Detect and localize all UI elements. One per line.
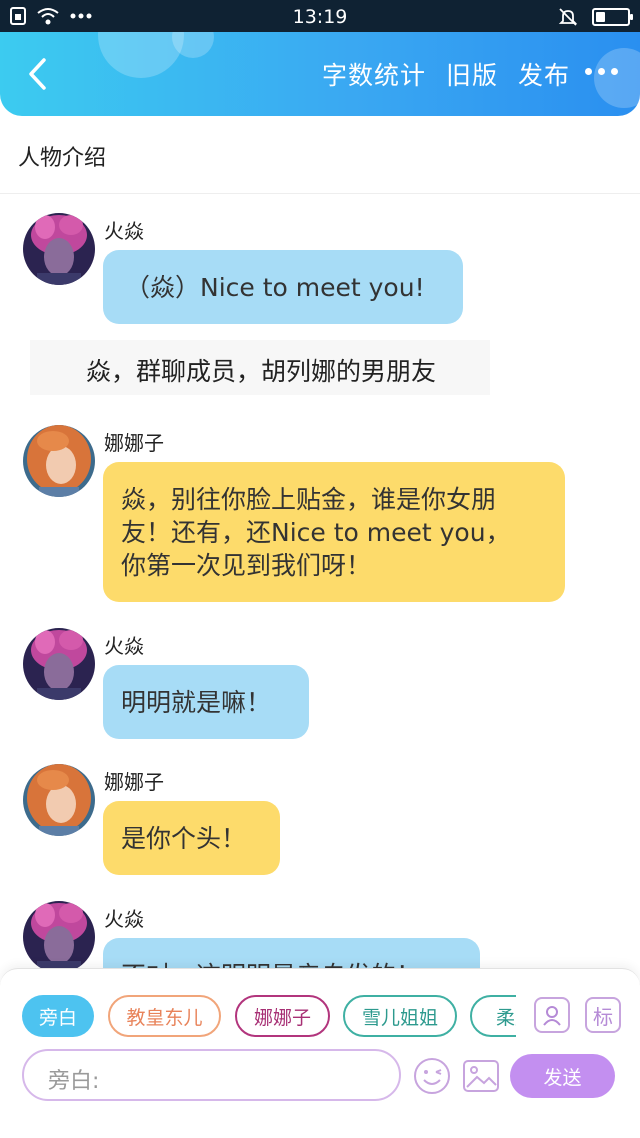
chip-xueer-jiejie[interactable]: 雪儿姐姐: [343, 995, 457, 1037]
message-text: 是你个头！: [121, 824, 247, 853]
more-dot: [611, 68, 618, 75]
composer-panel: 旁白 教皇东儿 娜娜子 雪儿姐姐 柔儿 标 旁白: 发送: [0, 968, 640, 1138]
narration-block[interactable]: 焱，群聊成员，胡列娜的男朋友: [30, 340, 490, 395]
chip-narrator[interactable]: 旁白: [22, 995, 94, 1037]
message-input[interactable]: 旁白:: [22, 1049, 401, 1101]
send-button[interactable]: 发送: [510, 1054, 615, 1098]
select-character-button[interactable]: [534, 997, 570, 1033]
avatar-nanazi[interactable]: [23, 425, 95, 497]
smile-icon: [414, 1058, 450, 1094]
section-title: 人物介绍: [18, 146, 107, 171]
sender-name: 娜娜子: [104, 431, 164, 455]
emoji-button[interactable]: [413, 1057, 451, 1095]
image-button[interactable]: [462, 1057, 500, 1095]
word-count-button[interactable]: 字数统计: [322, 56, 426, 92]
input-prefix-label: 旁白:: [48, 1069, 100, 1094]
tag-button[interactable]: 标: [585, 997, 621, 1033]
more-dot: [585, 68, 592, 75]
message-line: 你第一次见到我们呀！: [121, 551, 372, 580]
message-bubble[interactable]: （焱）Nice to meet you!: [103, 250, 463, 324]
message-bubble[interactable]: 焱，别往你脸上贴金，谁是你女朋 友！还有，还Nice to meet you， …: [103, 462, 565, 602]
chip-clip: 柔儿: [470, 995, 516, 1037]
battery-icon: [592, 8, 633, 26]
header-actions: 字数统计 旧版 发布: [322, 32, 570, 116]
message-bubble[interactable]: 明明就是嘛！: [103, 665, 309, 739]
app-header: 字数统计 旧版 发布: [0, 32, 640, 116]
status-time: 13:19: [292, 6, 348, 28]
status-bar: 13:19: [0, 0, 640, 32]
avatar-huoyan[interactable]: [23, 901, 95, 970]
person-card-icon: [543, 1006, 561, 1026]
chip-nanazi[interactable]: 娜娜子: [235, 995, 330, 1037]
chip-rouer[interactable]: 柔儿: [470, 995, 516, 1037]
image-icon: [463, 1060, 499, 1092]
back-button[interactable]: [18, 50, 58, 98]
sender-name: 火焱: [104, 219, 144, 243]
message-text: （焱）Nice to meet you!: [125, 273, 425, 302]
more-button[interactable]: [585, 68, 618, 75]
message-line: 友！还有，还Nice to meet you，: [121, 518, 511, 547]
chip-jiaohuang-donger[interactable]: 教皇东儿: [108, 995, 221, 1037]
status-icons-right: [558, 7, 633, 27]
narration-text: 焱，群聊成员，胡列娜的男朋友: [86, 357, 437, 386]
mute-bell-icon: [558, 8, 578, 26]
avatar-nanazi[interactable]: [23, 764, 95, 836]
more-dot: [598, 68, 605, 75]
sender-name: 娜娜子: [104, 770, 164, 794]
message-line: 焱，别往你脸上贴金，谁是你女朋: [121, 485, 497, 514]
publish-button[interactable]: 发布: [518, 56, 570, 92]
message-text: 明明就是嘛！: [121, 688, 272, 717]
avatar-huoyan[interactable]: [23, 628, 95, 700]
section-header: 人物介绍: [0, 116, 640, 194]
chevron-left-icon: [29, 58, 46, 90]
old-version-button[interactable]: 旧版: [446, 56, 498, 92]
sender-name: 火焱: [104, 634, 144, 658]
sender-name: 火焱: [104, 907, 144, 931]
message-bubble[interactable]: 是你个头！: [103, 801, 280, 875]
message-bubble[interactable]: 不对，这明明是亲自发的！: [103, 938, 480, 970]
avatar-huoyan[interactable]: [23, 213, 95, 285]
chat-list[interactable]: 火焱 （焱）Nice to meet you! 焱，群聊成员，胡列娜的男朋友 娜…: [0, 195, 640, 970]
